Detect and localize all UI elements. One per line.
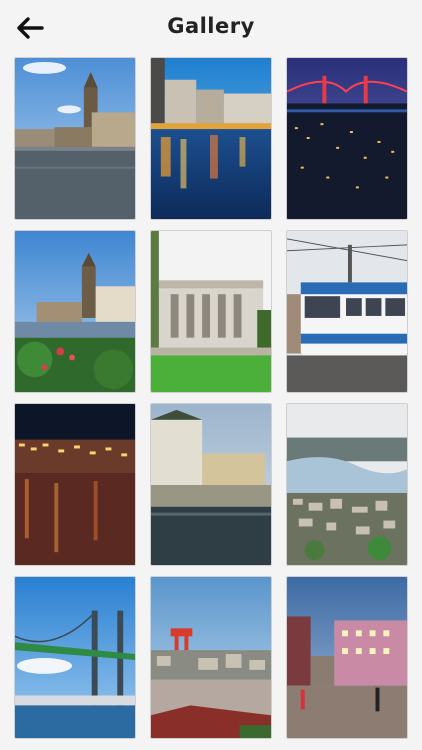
photo-bridge-night-skyline[interactable]	[286, 57, 408, 220]
photo-canal-night-lights[interactable]	[150, 57, 272, 220]
photo-night-harbour-reflections[interactable]	[14, 403, 136, 566]
photo-canal-church-tower[interactable]	[14, 57, 136, 220]
photo-church-riverside-garden[interactable]	[14, 230, 136, 393]
photo-red-crane-industrial[interactable]	[150, 576, 272, 739]
photo-grid	[14, 57, 408, 739]
photo-aerial-harbour-city[interactable]	[286, 403, 408, 566]
app-header: Gallery	[0, 0, 422, 58]
photo-museum-building-lawn[interactable]	[150, 230, 272, 393]
photo-waterfront-warehouses[interactable]	[150, 403, 272, 566]
photo-suspension-bridge-green[interactable]	[14, 576, 136, 739]
photo-evening-street-square[interactable]	[286, 576, 408, 739]
page-title: Gallery	[167, 14, 255, 38]
photo-blue-white-tram[interactable]	[286, 230, 408, 393]
